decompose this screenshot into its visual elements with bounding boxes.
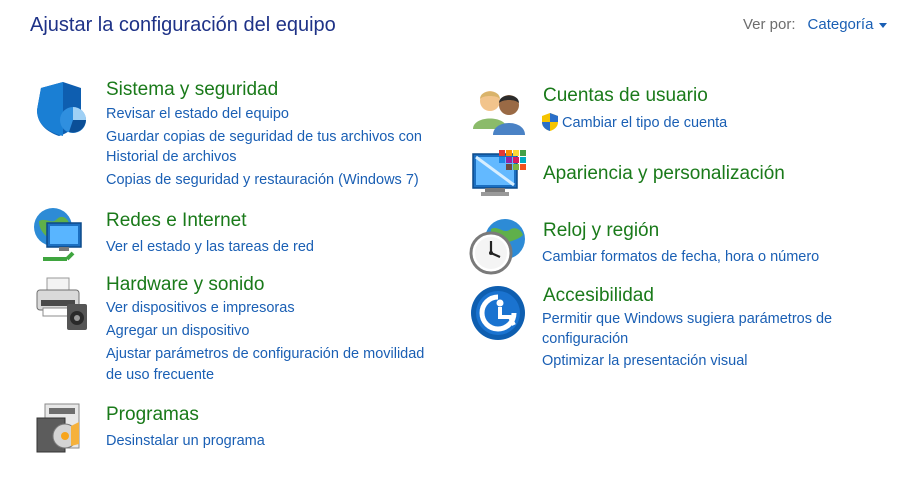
category-title-clock[interactable]: Reloj y región (543, 220, 659, 242)
uac-shield-icon (542, 113, 558, 131)
link-backup-files[interactable]: Guardar copias de seguridad de tus archi… (106, 127, 422, 148)
view-by-dropdown[interactable]: Categoría (808, 16, 874, 33)
link-change-account-type[interactable]: Cambiar el tipo de cuenta (562, 113, 727, 134)
category-programs: Programas Desinstalar un programa (33, 400, 473, 460)
link-windows-suggest[interactable]: Permitir que Windows sugiera parámetros … (542, 309, 832, 330)
category-system-security: Sistema y seguridad Revisar el estado de… (33, 79, 473, 197)
category-title-users[interactable]: Cuentas de usuario (543, 85, 708, 107)
appearance-icon[interactable] (471, 148, 531, 208)
link-uninstall-program[interactable]: Desinstalar un programa (106, 431, 265, 452)
category-title-appearance[interactable]: Apariencia y personalización (543, 163, 785, 185)
category-title-programs[interactable]: Programas (106, 404, 199, 426)
programs-icon[interactable] (33, 400, 93, 460)
category-accessibility: Accesibilidad Permitir que Windows sugie… (470, 285, 910, 380)
link-optimize-visual[interactable]: Optimizar la presentación visual (542, 351, 748, 372)
link-windows-suggest-cont[interactable]: configuración (542, 329, 628, 350)
category-user-accounts: Cuentas de usuario Cambiar el tipo de cu… (471, 85, 911, 145)
category-title-network[interactable]: Redes e Internet (106, 210, 246, 232)
clock-globe-icon[interactable] (469, 217, 529, 277)
users-icon[interactable] (471, 85, 531, 145)
category-clock-region: Reloj y región Cambiar formatos de fecha… (469, 217, 909, 277)
category-appearance: Apariencia y personalización (471, 148, 911, 208)
link-add-device[interactable]: Agregar un dispositivo (106, 321, 249, 342)
view-by-control[interactable]: Ver por: Categoría (743, 16, 888, 33)
link-backup-files-cont[interactable]: Historial de archivos (106, 147, 237, 168)
link-devices-printers[interactable]: Ver dispositivos e impresoras (106, 298, 295, 319)
category-title-accessibility[interactable]: Accesibilidad (543, 285, 654, 307)
category-title-hardware[interactable]: Hardware y sonido (106, 274, 264, 296)
category-title-system[interactable]: Sistema y seguridad (106, 79, 278, 101)
link-backup-restore[interactable]: Copias de seguridad y restauración (Wind… (106, 170, 419, 191)
shield-icon[interactable] (33, 82, 93, 142)
link-check-status[interactable]: Revisar el estado del equipo (106, 104, 289, 125)
network-icon[interactable] (33, 207, 93, 267)
category-hardware-sound: Hardware y sonido Ver dispositivos e imp… (33, 274, 473, 389)
link-change-formats[interactable]: Cambiar formatos de fecha, hora o número (542, 247, 819, 268)
accessibility-icon[interactable] (470, 285, 530, 345)
printer-icon[interactable] (33, 274, 93, 334)
link-network-status[interactable]: Ver el estado y las tareas de red (106, 237, 314, 258)
link-mobility-settings-cont[interactable]: de uso frecuente (106, 365, 214, 386)
page-title: Ajustar la configuración del equipo (30, 14, 336, 36)
category-network: Redes e Internet Ver el estado y las tar… (33, 207, 473, 267)
view-by-label: Ver por: (743, 16, 796, 33)
link-mobility-settings[interactable]: Ajustar parámetros de configuración de m… (106, 344, 424, 365)
chevron-down-icon[interactable] (879, 22, 888, 28)
